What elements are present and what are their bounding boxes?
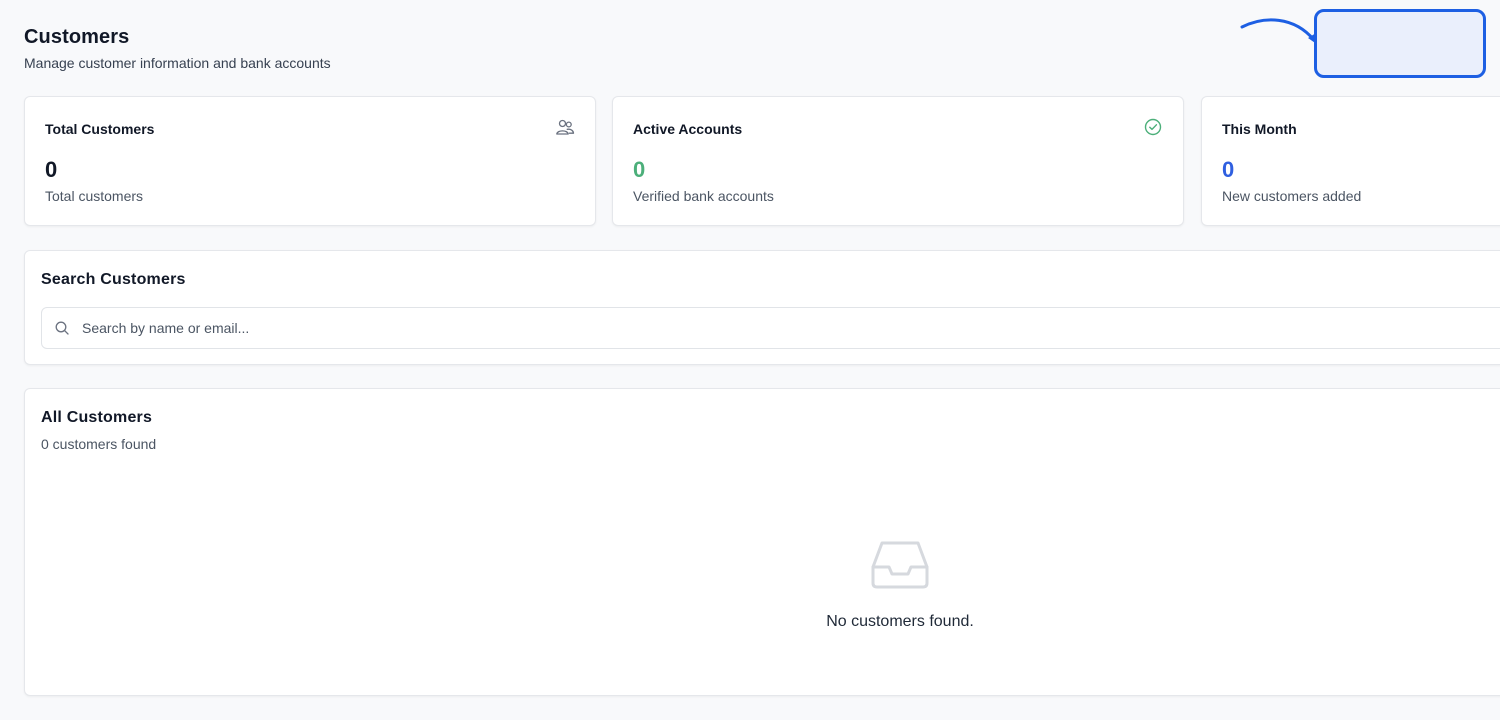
stat-title: Total Customers: [45, 121, 155, 137]
stat-caption: Verified bank accounts: [633, 188, 774, 204]
section-title: All Customers: [41, 409, 153, 426]
search-customers-card: Search Customers: [24, 250, 1500, 365]
stat-caption: New customers added: [1222, 188, 1362, 204]
page-header: Customers Manage customer information an…: [24, 26, 331, 71]
annotation-arrow-icon: [1240, 18, 1318, 45]
stat-card-this-month: This Month 0 New customers added: [1201, 96, 1500, 226]
inbox-icon: [871, 541, 929, 589]
empty-state-message: No customers found.: [826, 613, 974, 630]
check-circle-icon: [1144, 118, 1162, 136]
customers-count: 0 customers found: [41, 436, 157, 452]
section-title: Search Customers: [41, 271, 186, 288]
stat-caption: Total customers: [45, 188, 144, 204]
search-box[interactable]: [41, 307, 1500, 349]
stat-card-total-customers: Total Customers 0 Total customers: [24, 96, 596, 226]
search-input[interactable]: [82, 308, 1500, 348]
stat-card-active-accounts: Active Accounts 0 Verified bank accounts: [612, 96, 1184, 226]
stat-title: Active Accounts: [633, 121, 743, 137]
customers-page: Customers Manage customer information an…: [0, 0, 1500, 720]
page-subtitle: Manage customer information and bank acc…: [24, 55, 331, 71]
stat-value: 0: [1222, 157, 1235, 182]
stat-value: 0: [45, 157, 58, 182]
page-title: Customers: [24, 26, 130, 48]
all-customers-card: All Customers 0 customers found No custo…: [24, 388, 1500, 696]
highlighted-action-button[interactable]: [1314, 9, 1486, 78]
users-icon: [556, 119, 575, 135]
search-icon: [55, 321, 69, 335]
stat-title: This Month: [1222, 121, 1297, 137]
stat-value: 0: [633, 157, 646, 182]
